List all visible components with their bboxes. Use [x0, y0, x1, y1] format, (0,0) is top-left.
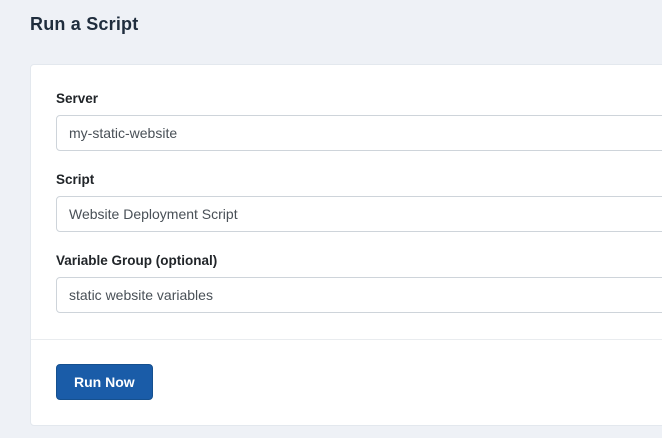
run-script-card: Server Script Variable Group (optional) …: [30, 64, 662, 426]
variable-group-field-group: Variable Group (optional): [56, 253, 662, 313]
server-label: Server: [56, 91, 99, 106]
card-divider: [31, 339, 662, 340]
script-label: Script: [56, 172, 95, 187]
server-input[interactable]: [56, 115, 662, 151]
variable-group-label: Variable Group (optional): [56, 253, 218, 268]
page-title: Run a Script: [30, 14, 139, 34]
run-now-button[interactable]: Run Now: [56, 364, 153, 400]
run-script-page: Run a Script Server Script Variable Grou…: [0, 0, 662, 438]
server-field-group: Server: [56, 91, 662, 151]
script-input[interactable]: [56, 196, 662, 232]
variable-group-input[interactable]: [56, 277, 662, 313]
script-field-group: Script: [56, 172, 662, 232]
